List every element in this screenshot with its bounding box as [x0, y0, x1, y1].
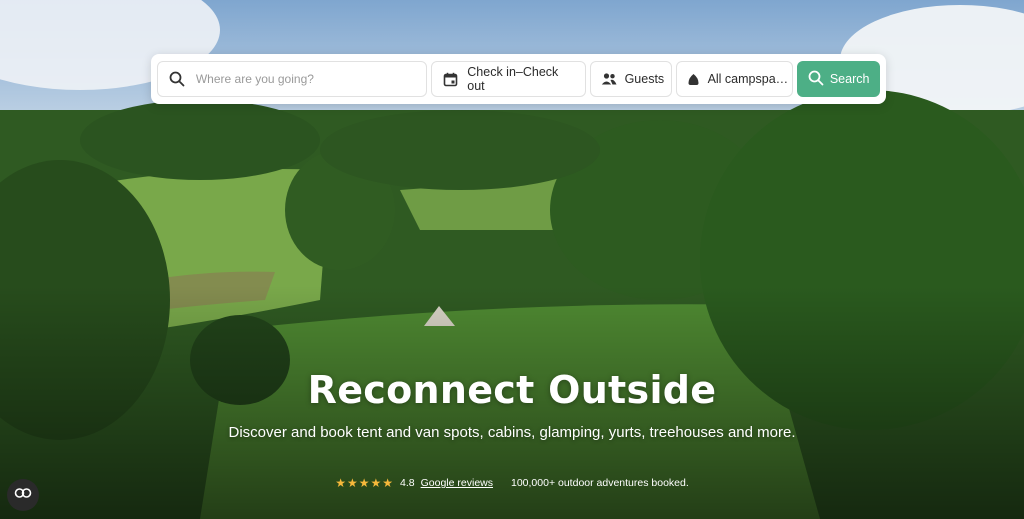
rating-stars: ★★★★★ — [335, 476, 395, 490]
reviews-strip: ★★★★★ 4.8 Google reviews 100,000+ outdoo… — [0, 476, 1024, 490]
location-input[interactable] — [193, 71, 416, 87]
location-field[interactable] — [157, 61, 427, 97]
search-bar: Check in–Check out Guests All campspa… S… — [151, 54, 886, 104]
chat-icon — [14, 486, 32, 504]
campsite-type-icon — [687, 70, 700, 88]
search-button-icon — [808, 70, 824, 89]
bookings-count: 100,000+ outdoor adventures booked. — [511, 477, 689, 489]
search-icon — [168, 70, 186, 88]
campsite-type-field[interactable]: All campspa… — [675, 61, 794, 97]
chat-button[interactable] — [7, 479, 39, 511]
dates-field[interactable]: Check in–Check out — [431, 61, 586, 97]
dates-label: Check in–Check out — [467, 65, 559, 93]
hero-title: Reconnect Outside — [307, 368, 717, 412]
rating-value: 4.8 — [400, 477, 415, 489]
hero-subtitle: Discover and book tent and van spots, ca… — [228, 424, 796, 441]
guests-field[interactable]: Guests — [589, 61, 672, 97]
search-button[interactable]: Search — [797, 61, 881, 97]
search-button-label: Search — [829, 72, 870, 86]
campsite-type-label: All campspa… — [707, 72, 789, 86]
hero-section: Check in–Check out Guests All campspa… S… — [0, 0, 1024, 519]
guests-label: Guests — [624, 72, 665, 86]
google-reviews-link[interactable]: Google reviews — [421, 477, 493, 489]
guests-icon — [601, 70, 617, 88]
calendar-icon — [442, 70, 459, 88]
